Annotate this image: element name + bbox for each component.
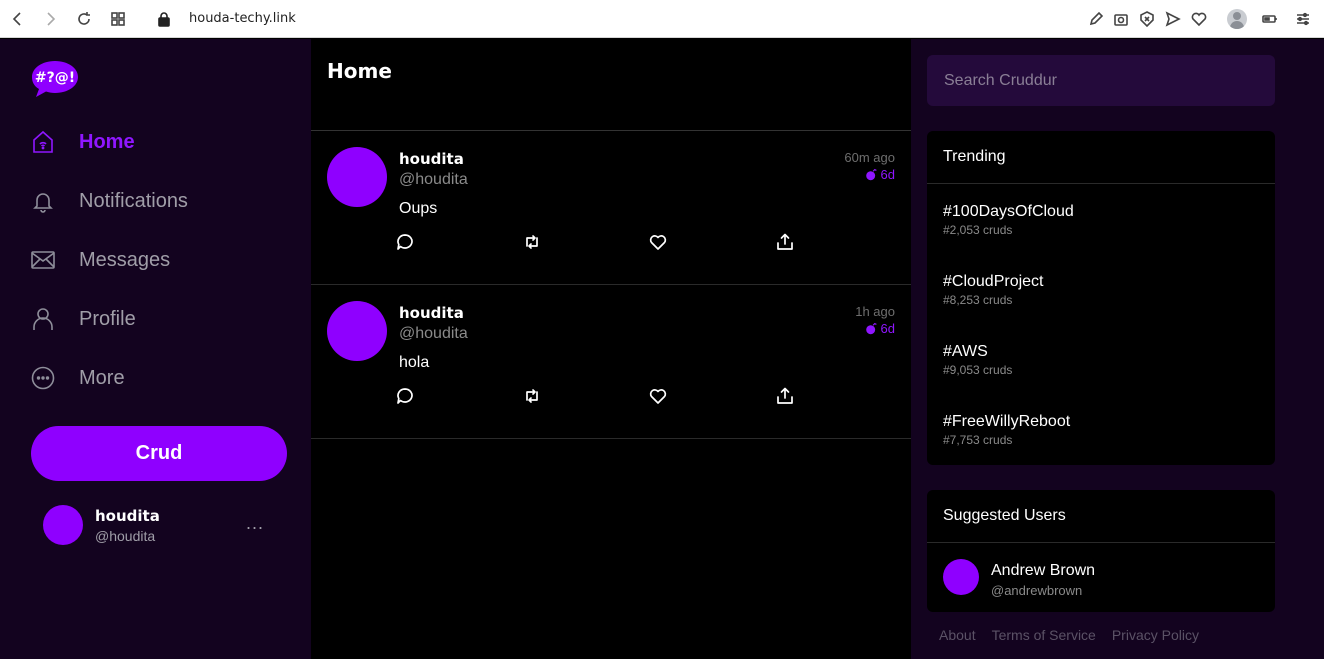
- trend-count: #2,053 cruds: [943, 223, 1013, 237]
- post-expires-label: 6d: [880, 167, 895, 182]
- browser-profile-avatar[interactable]: [1227, 9, 1247, 29]
- activity-item[interactable]: houdita @houdita hola 1h ago 6d: [311, 285, 911, 439]
- camera-icon[interactable]: [1113, 11, 1129, 27]
- share-icon[interactable]: [776, 387, 794, 405]
- lock-icon[interactable]: [156, 11, 172, 27]
- user-menu-button[interactable]: ...: [246, 513, 264, 534]
- post-author-handle[interactable]: @houdita: [399, 171, 468, 189]
- post-actions: [396, 387, 796, 407]
- suggested-users-box: Suggested Users Andrew Brown @andrewbrow…: [927, 490, 1275, 612]
- envelope-icon: [31, 248, 55, 272]
- battery-icon[interactable]: [1262, 11, 1278, 27]
- trend-item[interactable]: #100DaysOfCloud #2,053 cruds: [927, 184, 1275, 254]
- nav-label: Profile: [79, 307, 136, 330]
- home-icon: [31, 130, 55, 154]
- cruddur-logo[interactable]: #?@!: [31, 59, 79, 99]
- post-actions: [396, 233, 796, 253]
- nav-item-profile[interactable]: Profile: [31, 304, 136, 334]
- trend-count: #7,753 cruds: [943, 433, 1013, 447]
- back-icon[interactable]: [10, 11, 26, 27]
- settings-sliders-icon[interactable]: [1295, 11, 1311, 27]
- trend-name: #100DaysOfCloud: [943, 203, 1074, 220]
- trend-name: #AWS: [943, 343, 988, 360]
- left-sidebar: #?@! Home Notifications Messages Profile…: [0, 39, 311, 659]
- avatar[interactable]: [943, 559, 979, 595]
- post-expires-label: 6d: [880, 321, 895, 336]
- shield-x-icon[interactable]: [1139, 11, 1155, 27]
- avatar[interactable]: [43, 505, 83, 545]
- nav-label: Home: [79, 130, 135, 153]
- current-user-name: houdita: [95, 507, 160, 525]
- nav-item-notifications[interactable]: Notifications: [31, 186, 188, 216]
- post-message: Oups: [399, 200, 438, 217]
- nav-item-messages[interactable]: Messages: [31, 245, 170, 275]
- trend-count: #9,053 cruds: [943, 363, 1013, 377]
- post-expires: 6d: [865, 321, 895, 336]
- suggested-user-name: Andrew Brown: [991, 562, 1096, 579]
- nav-label: Notifications: [79, 189, 188, 212]
- home-feed: Home houdita @houdita Oups 60m ago 6d ho…: [311, 39, 911, 659]
- like-icon[interactable]: [649, 387, 667, 405]
- repost-icon[interactable]: [523, 387, 541, 405]
- trend-item[interactable]: #FreeWillyReboot #7,753 cruds: [927, 394, 1275, 464]
- user-icon: [31, 307, 55, 331]
- tabs-grid-icon[interactable]: [110, 11, 126, 27]
- trend-item[interactable]: #AWS #9,053 cruds: [927, 324, 1275, 394]
- trend-item[interactable]: #CloudProject #8,253 cruds: [927, 254, 1275, 324]
- post-expires: 6d: [865, 167, 895, 182]
- repost-icon[interactable]: [523, 233, 541, 251]
- page-title: Home: [327, 59, 392, 83]
- edit-icon[interactable]: [1088, 11, 1104, 27]
- trending-box: Trending #100DaysOfCloud #2,053 cruds #C…: [927, 131, 1275, 465]
- avatar[interactable]: [327, 147, 387, 207]
- crud-button[interactable]: Crud: [31, 426, 287, 481]
- right-sidebar: Trending #100DaysOfCloud #2,053 cruds #C…: [911, 39, 1324, 659]
- bomb-icon: [865, 168, 877, 181]
- footer-links: About Terms of Service Privacy Policy: [939, 627, 1199, 643]
- address-bar[interactable]: houda-techy.link: [189, 11, 296, 26]
- suggested-user[interactable]: Andrew Brown @andrewbrown: [927, 543, 1275, 613]
- post-time: 60m ago: [844, 150, 895, 165]
- trend-name: #FreeWillyReboot: [943, 413, 1071, 430]
- reload-icon[interactable]: [76, 11, 92, 27]
- trend-count: #8,253 cruds: [943, 293, 1013, 307]
- post-author-name[interactable]: houdita: [399, 304, 464, 322]
- heart-icon[interactable]: [1191, 11, 1207, 27]
- forward-icon[interactable]: [42, 11, 58, 27]
- like-icon[interactable]: [649, 233, 667, 251]
- trending-title: Trending: [927, 131, 1275, 184]
- current-user-handle: @houdita: [95, 528, 156, 544]
- reply-icon[interactable]: [396, 233, 414, 251]
- browser-toolbar: houda-techy.link: [0, 0, 1324, 38]
- suggested-user-handle: @andrewbrown: [991, 583, 1083, 598]
- suggested-users-title: Suggested Users: [927, 490, 1275, 543]
- footer-link-terms[interactable]: Terms of Service: [992, 627, 1096, 643]
- send-icon[interactable]: [1165, 11, 1181, 27]
- share-icon[interactable]: [776, 233, 794, 251]
- footer-link-privacy[interactable]: Privacy Policy: [1112, 627, 1199, 643]
- nav-item-home[interactable]: Home: [31, 127, 135, 157]
- reply-icon[interactable]: [396, 387, 414, 405]
- post-message: hola: [399, 354, 430, 371]
- logo-text: #?@!: [35, 70, 75, 86]
- bell-icon: [31, 189, 55, 213]
- nav-item-more[interactable]: More: [31, 363, 125, 393]
- nav-label: Messages: [79, 248, 171, 271]
- post-author-handle[interactable]: @houdita: [399, 325, 468, 343]
- avatar[interactable]: [327, 301, 387, 361]
- post-time: 1h ago: [855, 304, 895, 319]
- more-circle-icon: [31, 366, 55, 390]
- bomb-icon: [865, 322, 877, 335]
- search-input[interactable]: [927, 55, 1275, 106]
- post-author-name[interactable]: houdita: [399, 150, 464, 168]
- trend-name: #CloudProject: [943, 273, 1044, 290]
- nav-label: More: [79, 366, 125, 389]
- footer-link-about[interactable]: About: [939, 627, 976, 643]
- activity-item[interactable]: houdita @houdita Oups 60m ago 6d: [311, 131, 911, 285]
